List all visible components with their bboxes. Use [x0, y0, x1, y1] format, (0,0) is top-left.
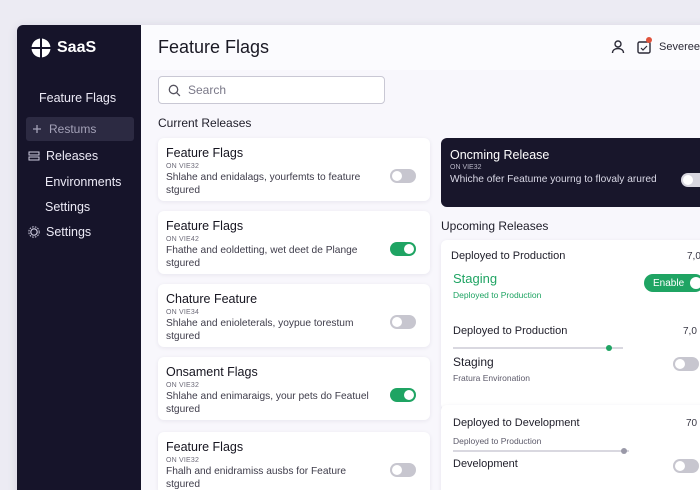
- card-version: ON VIE42: [166, 236, 200, 243]
- environment-subtitle: Deployed to Production: [453, 290, 542, 300]
- deploy-subtitle: Deployed to Production: [453, 436, 542, 446]
- card-description: Whiche ofer Featume yourng to flovaly ar…: [450, 174, 657, 185]
- enable-toggle[interactable]: Enable: [644, 274, 700, 292]
- brand[interactable]: SaaS: [31, 38, 96, 58]
- environment-name: Staging: [453, 271, 498, 286]
- upcoming-releases-title: Upcoming Releases: [441, 219, 549, 233]
- release-card[interactable]: Feature Flags ON VIE32 Fhalh and enidram…: [158, 432, 430, 490]
- sidebar-item-label: Restums: [49, 122, 97, 136]
- card-version: ON VIE32: [166, 163, 200, 170]
- sidebar-item-label: Releases: [46, 149, 99, 163]
- search-input[interactable]: [188, 83, 368, 97]
- sidebar-item-feature-flags[interactable]: Feature Flags: [39, 91, 116, 105]
- sidebar-item-settings[interactable]: Settings: [28, 225, 91, 239]
- sidebar-item-environments[interactable]: Environments: [45, 175, 121, 189]
- sidebar: SaaS Feature Flags Restums Releases Envi…: [17, 25, 141, 490]
- feature-toggle[interactable]: [390, 463, 416, 477]
- current-releases-title: Current Releases: [158, 116, 252, 130]
- release-card[interactable]: Feature Flags ON VIE32 Shlahe and enidal…: [158, 138, 430, 201]
- page-title: Feature Flags: [158, 37, 270, 57]
- enable-label: Enable: [653, 277, 685, 289]
- card-description: Shlahe and enimaraigs, your pets do Feat…: [166, 391, 369, 415]
- card-description: Fhalh and enidramiss ausbs for Feature s…: [166, 466, 347, 490]
- deploy-status-label: Deployed to Production: [451, 250, 566, 262]
- ongoing-release-card[interactable]: Oncming Release ON VIE32 Whiche ofer Fea…: [441, 138, 700, 207]
- deploy-status-label: Deployed to Development: [453, 417, 580, 429]
- release-card[interactable]: Chature Feature ON VIE34 Shlahe and enio…: [158, 284, 430, 347]
- logo-icon: [31, 38, 51, 58]
- deploy-progress-fill: [453, 347, 610, 349]
- feature-toggle[interactable]: [681, 173, 700, 187]
- environment-name: Development: [453, 458, 518, 470]
- release-card[interactable]: Onsament Flags ON VIE32 Shlahe and enima…: [158, 357, 430, 420]
- header: Feature Flags Severeed: [141, 25, 700, 70]
- card-version: ON VIE34: [166, 309, 200, 316]
- brand-name: SaaS: [57, 39, 97, 56]
- card-description: Fhathe and eoldetting, wet deet de Plang…: [166, 245, 358, 269]
- search-icon: [168, 84, 181, 96]
- search-box[interactable]: [158, 76, 385, 104]
- feature-toggle[interactable]: [390, 388, 416, 402]
- releases-icon: [28, 151, 40, 161]
- deploy-count: 70: [686, 418, 698, 429]
- deploy-progress-track: [453, 450, 629, 452]
- card-title: Feature Flags: [166, 440, 244, 454]
- card-title: Feature Flags: [166, 146, 244, 160]
- deploy-status-label: Deployed to Production: [453, 325, 568, 337]
- gear-icon: [28, 226, 40, 238]
- environment-name: Staging: [453, 355, 494, 369]
- sidebar-item-label: Environments: [45, 175, 122, 189]
- plus-icon: [33, 125, 41, 133]
- card-description: Shlahe and enioleterals, yoypue torestum…: [166, 318, 354, 342]
- sidebar-item-label: Settings: [45, 200, 91, 214]
- notification-badge: [646, 37, 652, 43]
- username[interactable]: Severeed: [659, 41, 700, 53]
- sidebar-item-label: Feature Flags: [39, 91, 117, 105]
- deploy-count: 7,0: [683, 326, 697, 337]
- card-title: Onsament Flags: [166, 365, 258, 379]
- sidebar-item-label: Settings: [46, 225, 92, 239]
- card-title: Feature Flags: [166, 219, 244, 233]
- sidebar-item-restums[interactable]: Restums: [26, 117, 134, 141]
- feature-toggle[interactable]: [673, 459, 699, 473]
- card-title: Oncming Release: [450, 148, 550, 162]
- card-version: ON VIE32: [166, 457, 200, 464]
- feature-toggle[interactable]: [673, 357, 699, 371]
- toggle-knob: [690, 277, 700, 289]
- card-description: Shlahe and enidalags, yourfemts to featu…: [166, 172, 361, 196]
- deploy-progress-knob[interactable]: [620, 448, 627, 454]
- release-card[interactable]: Feature Flags ON VIE42 Fhathe and eoldet…: [158, 211, 430, 274]
- environment-subtitle: Fratura Environation: [453, 373, 531, 383]
- card-version: ON VIE32: [450, 164, 482, 171]
- user-icon[interactable]: [610, 39, 626, 55]
- sidebar-item-releases[interactable]: Releases: [28, 149, 98, 163]
- feature-toggle[interactable]: [390, 242, 416, 256]
- sidebar-item-settings-sub[interactable]: Settings: [45, 200, 90, 214]
- card-version: ON VIE32: [166, 382, 200, 389]
- feature-toggle[interactable]: [390, 315, 416, 329]
- deploy-count: 7,0: [687, 251, 700, 262]
- feature-toggle[interactable]: [390, 169, 416, 183]
- card-title: Chature Feature: [166, 292, 258, 306]
- app-window: SaaS Feature Flags Restums Releases Envi…: [17, 25, 700, 490]
